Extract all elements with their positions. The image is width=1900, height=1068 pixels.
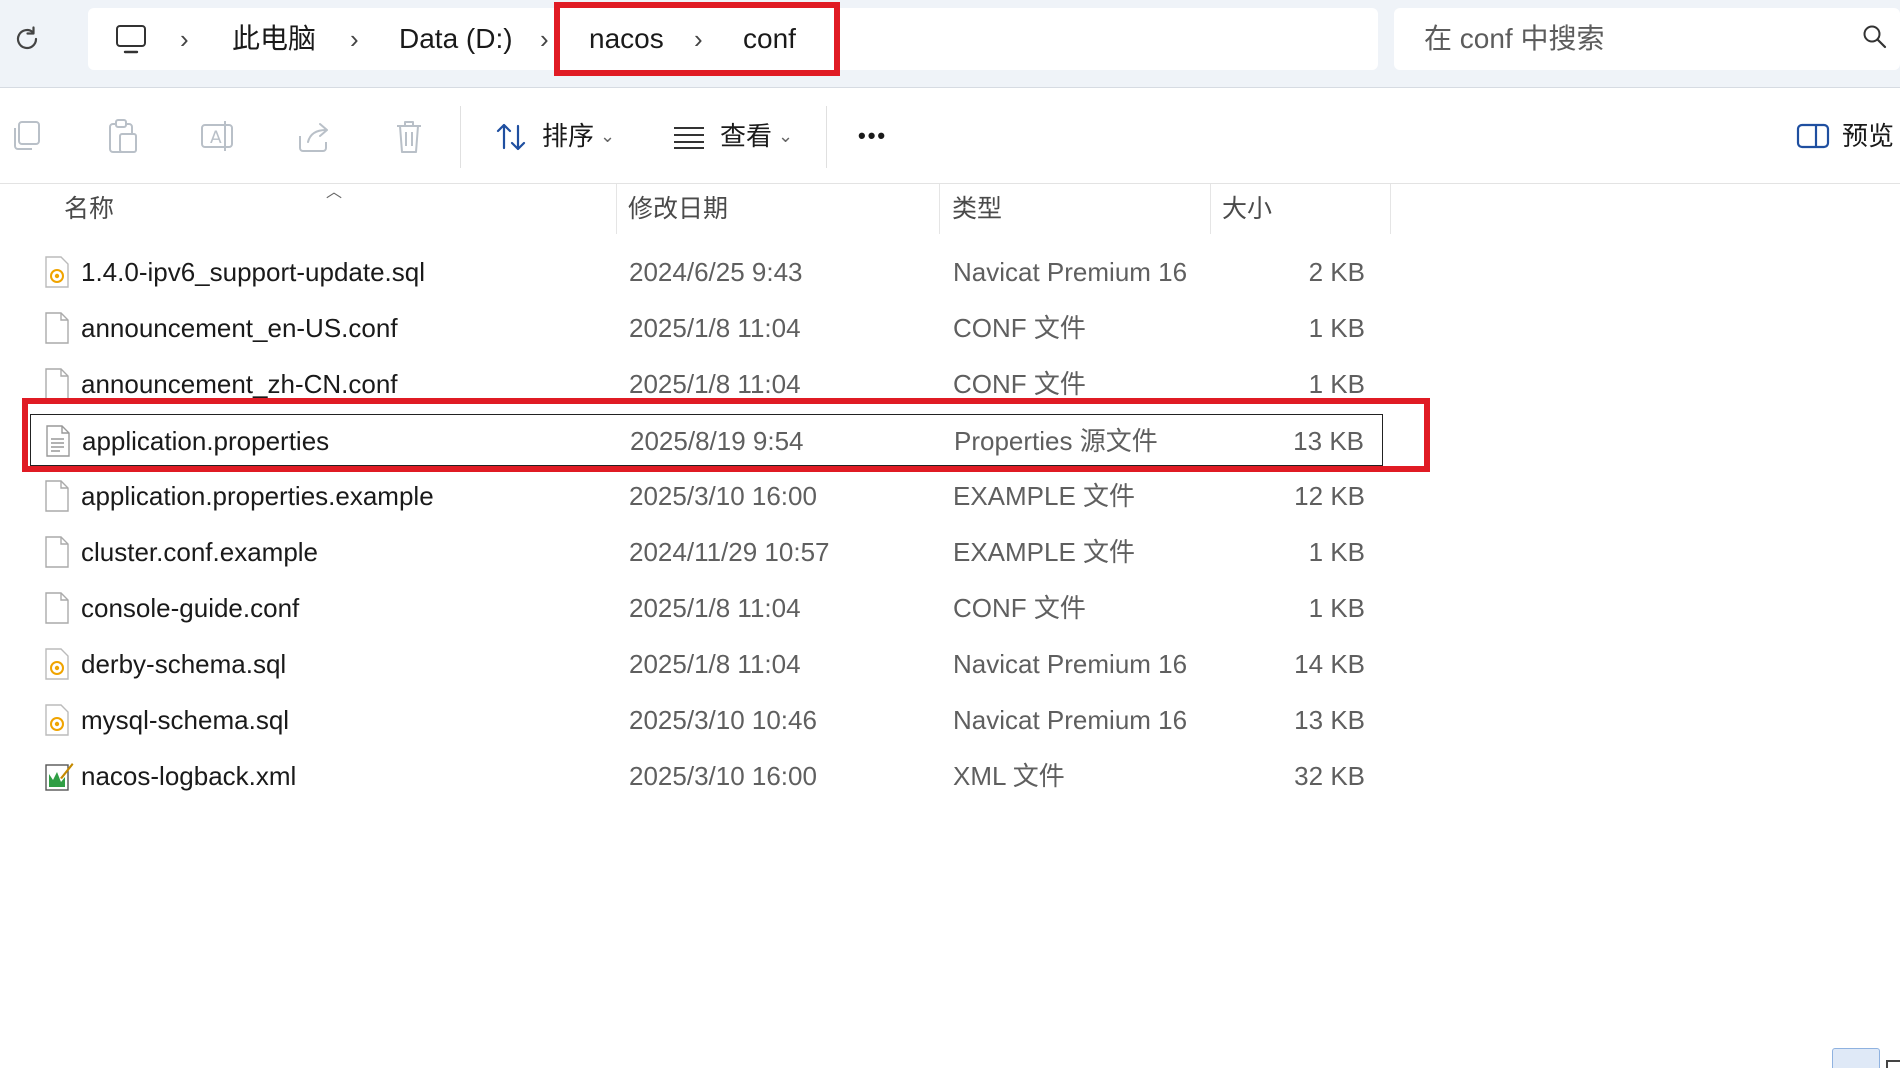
highlight-box-path bbox=[554, 2, 840, 76]
file-size: 1 KB bbox=[1308, 593, 1365, 623]
blank-file-icon bbox=[44, 480, 70, 512]
command-bar: A 排序 ⌄ 查看 ⌄ ••• 预览 bbox=[0, 88, 1900, 184]
file-type: Navicat Premium 16 bbox=[953, 257, 1188, 287]
blank-file-icon bbox=[44, 368, 70, 400]
preview-pane-icon bbox=[1796, 123, 1830, 149]
file-size: 1 KB bbox=[1308, 313, 1365, 343]
sort-label: 排序 bbox=[542, 121, 595, 151]
more-options-button[interactable]: ••• bbox=[858, 88, 887, 184]
rename-icon[interactable]: A bbox=[198, 116, 238, 156]
breadcrumb-item-this-pc[interactable]: 此电脑 bbox=[232, 8, 316, 70]
file-type: CONF 文件 bbox=[953, 313, 1086, 343]
breadcrumb-item-drive[interactable]: Data (D:) bbox=[399, 8, 513, 70]
file-type: Navicat Premium 16 bbox=[953, 649, 1188, 679]
column-divider[interactable] bbox=[939, 184, 940, 234]
file-size: 32 KB bbox=[1294, 761, 1365, 791]
column-headers: ︿ 名称 修改日期 类型 大小 bbox=[0, 184, 1900, 234]
search-input[interactable]: 在 conf 中搜索 bbox=[1424, 8, 1604, 70]
chevron-right-icon[interactable]: › bbox=[350, 8, 359, 70]
file-name: 1.4.0-ipv6_support-update.sql bbox=[81, 257, 426, 287]
file-row[interactable]: application.properties.example 2025/3/10 … bbox=[30, 470, 1383, 522]
file-date: 2025/1/8 11:04 bbox=[629, 649, 801, 679]
xml-file-icon bbox=[44, 760, 74, 792]
file-row[interactable]: cluster.conf.example 2024/11/29 10:57 EXAM… bbox=[30, 526, 1383, 578]
file-row[interactable]: derby-schema.sql 2025/1/8 11:04 Navicat Pr… bbox=[30, 638, 1383, 690]
paste-icon[interactable] bbox=[102, 116, 142, 156]
toolbar-divider bbox=[826, 106, 827, 168]
file-size: 14 KB bbox=[1294, 649, 1365, 679]
toolbar-divider bbox=[460, 106, 461, 168]
column-header-name[interactable]: 名称 bbox=[64, 184, 114, 234]
search-icon[interactable] bbox=[1862, 24, 1888, 50]
copy-icon[interactable] bbox=[6, 116, 46, 156]
chevron-right-icon[interactable]: › bbox=[540, 8, 549, 70]
view-list-icon bbox=[674, 127, 704, 149]
file-row[interactable]: console-guide.conf 2025/1/8 11:04 CONF 文件 1… bbox=[30, 582, 1383, 634]
file-date: 2025/3/10 16:00 bbox=[629, 761, 817, 791]
refresh-icon bbox=[16, 26, 38, 50]
share-icon[interactable] bbox=[294, 116, 334, 156]
preview-pane-button[interactable]: 预览 bbox=[1790, 88, 1900, 184]
view-button[interactable]: 查看 ⌄ bbox=[670, 88, 810, 184]
chevron-down-icon: ⌄ bbox=[778, 126, 794, 146]
sql-file-icon bbox=[44, 704, 70, 736]
file-date: 2025/1/8 11:04 bbox=[629, 313, 801, 343]
column-divider[interactable] bbox=[1390, 184, 1391, 234]
file-type: CONF 文件 bbox=[953, 593, 1086, 623]
chevron-down-icon: ⌄ bbox=[600, 126, 616, 146]
file-name: mysql-schema.sql bbox=[81, 705, 290, 735]
file-date: 2025/3/10 10:46 bbox=[629, 705, 817, 735]
file-name: announcement_en-US.conf bbox=[81, 313, 398, 343]
file-date: 2025/1/8 11:04 bbox=[629, 593, 801, 623]
file-type: EXAMPLE 文件 bbox=[953, 481, 1136, 511]
details-view-toggle[interactable] bbox=[1832, 1048, 1880, 1068]
sort-ascending-icon: ︿ bbox=[326, 184, 343, 201]
sql-file-icon bbox=[44, 256, 70, 288]
file-size: 2 KB bbox=[1308, 257, 1365, 287]
view-label: 查看 bbox=[720, 121, 773, 151]
column-header-type[interactable]: 类型 bbox=[952, 184, 1002, 234]
column-divider[interactable] bbox=[1210, 184, 1211, 234]
file-name: application.properties.example bbox=[81, 481, 434, 511]
file-date: 2024/11/29 10:57 bbox=[629, 537, 830, 567]
file-date: 2025/3/10 16:00 bbox=[629, 481, 817, 511]
file-row[interactable]: announcement_en-US.conf 2025/1/8 11:04 CON… bbox=[30, 302, 1383, 354]
blank-file-icon bbox=[44, 312, 70, 344]
file-size: 12 KB bbox=[1294, 481, 1365, 511]
preview-label: 预览 bbox=[1842, 121, 1895, 151]
svg-text:A: A bbox=[210, 128, 222, 148]
file-name: cluster.conf.example bbox=[81, 537, 319, 567]
file-row[interactable]: nacos-logback.xml 2025/3/10 16:00 XML 文件 32… bbox=[30, 750, 1383, 802]
delete-icon[interactable] bbox=[389, 116, 429, 156]
refresh-button[interactable] bbox=[10, 22, 44, 56]
highlight-box-file bbox=[22, 398, 1430, 472]
blank-file-icon bbox=[44, 536, 70, 568]
file-date: 2024/6/25 9:43 bbox=[629, 257, 803, 287]
file-row[interactable]: mysql-schema.sql 2025/3/10 10:46 Navicat P… bbox=[30, 694, 1383, 746]
file-size: 1 KB bbox=[1308, 537, 1365, 567]
tiles-view-toggle[interactable] bbox=[1886, 1060, 1900, 1068]
column-header-date[interactable]: 修改日期 bbox=[628, 184, 728, 234]
file-type: XML 文件 bbox=[953, 761, 1065, 791]
blank-file-icon bbox=[44, 592, 70, 624]
computer-icon[interactable] bbox=[114, 22, 148, 56]
file-type: EXAMPLE 文件 bbox=[953, 537, 1136, 567]
file-size: 13 KB bbox=[1294, 705, 1365, 735]
column-header-size[interactable]: 大小 bbox=[1222, 184, 1272, 234]
address-bar-row: › 此电脑 › Data (D:) › nacos › conf 在 conf … bbox=[0, 0, 1900, 88]
sort-button[interactable]: 排序 ⌄ bbox=[490, 88, 630, 184]
sort-icon bbox=[496, 123, 526, 151]
file-type: Navicat Premium 16 bbox=[953, 705, 1188, 735]
file-name: nacos-logback.xml bbox=[81, 761, 297, 791]
sql-file-icon bbox=[44, 648, 70, 680]
file-row[interactable]: 1.4.0-ipv6_support-update.sql 2024/6/25 9… bbox=[30, 246, 1383, 298]
file-name: derby-schema.sql bbox=[81, 649, 287, 679]
column-divider[interactable] bbox=[616, 184, 617, 234]
search-box[interactable]: 在 conf 中搜索 bbox=[1394, 8, 1900, 70]
chevron-right-icon[interactable]: › bbox=[180, 8, 189, 70]
file-name: console-guide.conf bbox=[81, 593, 300, 623]
